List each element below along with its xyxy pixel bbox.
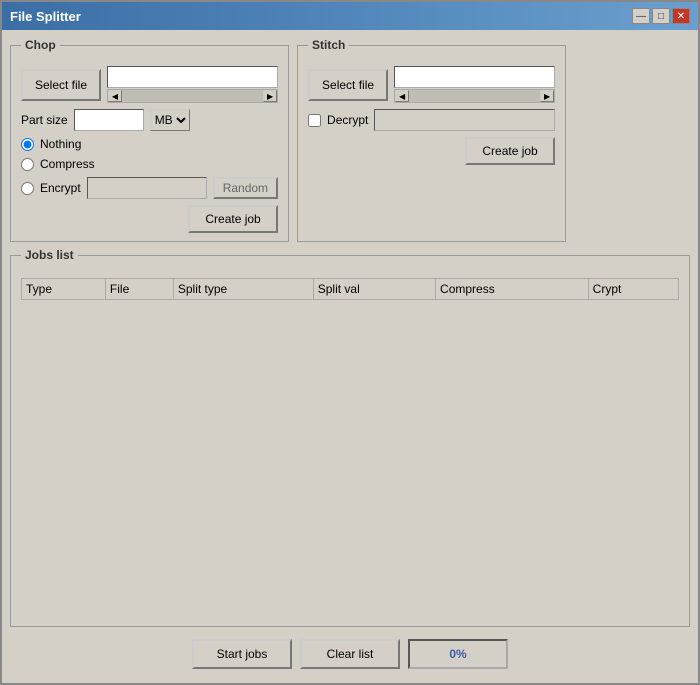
chop-inner: Select file ◀ ▶ Part size <box>21 66 278 233</box>
chop-file-path-container: ◀ ▶ <box>107 66 278 103</box>
stitch-legend: Stitch <box>308 38 349 52</box>
chop-legend: Chop <box>21 38 60 52</box>
stitch-panel: Stitch Select file ◀ ▶ <box>297 38 566 242</box>
chop-select-file-button[interactable]: Select file <box>21 69 101 101</box>
radio-nothing-label[interactable]: Nothing <box>40 137 81 151</box>
clear-list-button[interactable]: Clear list <box>300 639 400 669</box>
stitch-scroll-track <box>409 90 540 102</box>
radio-compress-label[interactable]: Compress <box>40 157 95 171</box>
title-bar-buttons: — □ ✕ <box>632 8 690 24</box>
maximize-button[interactable]: □ <box>652 8 670 24</box>
radio-nothing-row: Nothing <box>21 137 278 151</box>
start-jobs-button[interactable]: Start jobs <box>192 639 292 669</box>
jobs-list-panel: Jobs list Type File Split type Split val… <box>10 248 690 627</box>
chop-create-job-row: Create job <box>21 205 278 233</box>
jobs-table-header: Type File Split type Split val Compress … <box>22 279 679 300</box>
window-title: File Splitter <box>10 9 81 24</box>
stitch-file-path-input[interactable] <box>394 66 555 88</box>
chop-file-path-input[interactable] <box>107 66 278 88</box>
decrypt-password-input[interactable] <box>374 109 555 131</box>
jobs-header-row: Type File Split type Split val Compress … <box>22 279 679 300</box>
chop-scroll-track <box>122 90 263 102</box>
col-split-val: Split val <box>313 279 435 300</box>
radio-encrypt[interactable] <box>21 182 34 195</box>
col-compress: Compress <box>436 279 589 300</box>
chop-file-row: Select file ◀ ▶ <box>21 66 278 103</box>
chop-panel: Chop Select file ◀ ▶ <box>10 38 289 242</box>
stitch-inner: Select file ◀ ▶ Decry <box>308 66 555 165</box>
jobs-table: Type File Split type Split val Compress … <box>21 278 679 300</box>
minimize-button[interactable]: — <box>632 8 650 24</box>
col-file: File <box>105 279 173 300</box>
random-button[interactable]: Random <box>213 177 278 199</box>
progress-display: 0% <box>408 639 508 669</box>
chop-create-job-button[interactable]: Create job <box>188 205 278 233</box>
col-split-type: Split type <box>173 279 313 300</box>
stitch-scroll-right-icon[interactable]: ▶ <box>540 90 554 102</box>
unit-select[interactable]: MB KB GB <box>150 109 190 131</box>
stitch-file-path-container: ◀ ▶ <box>394 66 555 103</box>
stitch-create-job-row: Create job <box>308 137 555 165</box>
radio-nothing[interactable] <box>21 138 34 151</box>
title-bar: File Splitter — □ ✕ <box>2 2 698 30</box>
stitch-scroll-left-icon[interactable]: ◀ <box>395 90 409 102</box>
col-crypt: Crypt <box>588 279 678 300</box>
decrypt-checkbox[interactable] <box>308 114 321 127</box>
progress-value: 0% <box>449 647 466 661</box>
jobs-list-legend: Jobs list <box>21 248 78 262</box>
radio-compress-row: Compress <box>21 157 278 171</box>
encrypt-password-input[interactable] <box>87 177 207 199</box>
bottom-bar: Start jobs Clear list 0% <box>10 633 690 675</box>
chop-scroll-right-icon[interactable]: ▶ <box>263 90 277 102</box>
chop-part-size-row: Part size MB KB GB <box>21 109 278 131</box>
stitch-select-file-button[interactable]: Select file <box>308 69 388 101</box>
stitch-decrypt-row: Decrypt <box>308 109 555 131</box>
radio-compress[interactable] <box>21 158 34 171</box>
main-window: File Splitter — □ ✕ Chop Select file <box>0 0 700 685</box>
stitch-scrollbar[interactable]: ◀ ▶ <box>394 89 555 103</box>
top-panels: Chop Select file ◀ ▶ <box>10 38 690 242</box>
chop-scrollbar[interactable]: ◀ ▶ <box>107 89 278 103</box>
part-size-label: Part size <box>21 113 68 127</box>
radio-encrypt-label[interactable]: Encrypt <box>40 181 81 195</box>
main-content: Chop Select file ◀ ▶ <box>2 30 698 683</box>
close-button[interactable]: ✕ <box>672 8 690 24</box>
radio-encrypt-row: Encrypt Random <box>21 177 278 199</box>
stitch-file-row: Select file ◀ ▶ <box>308 66 555 103</box>
stitch-create-job-button[interactable]: Create job <box>465 137 555 165</box>
jobs-table-container[interactable]: Type File Split type Split val Compress … <box>21 270 679 618</box>
chop-radio-group: Nothing Compress Encrypt Random <box>21 137 278 199</box>
col-type: Type <box>22 279 106 300</box>
part-size-input[interactable] <box>74 109 144 131</box>
chop-scroll-left-icon[interactable]: ◀ <box>108 90 122 102</box>
decrypt-label[interactable]: Decrypt <box>327 113 368 127</box>
